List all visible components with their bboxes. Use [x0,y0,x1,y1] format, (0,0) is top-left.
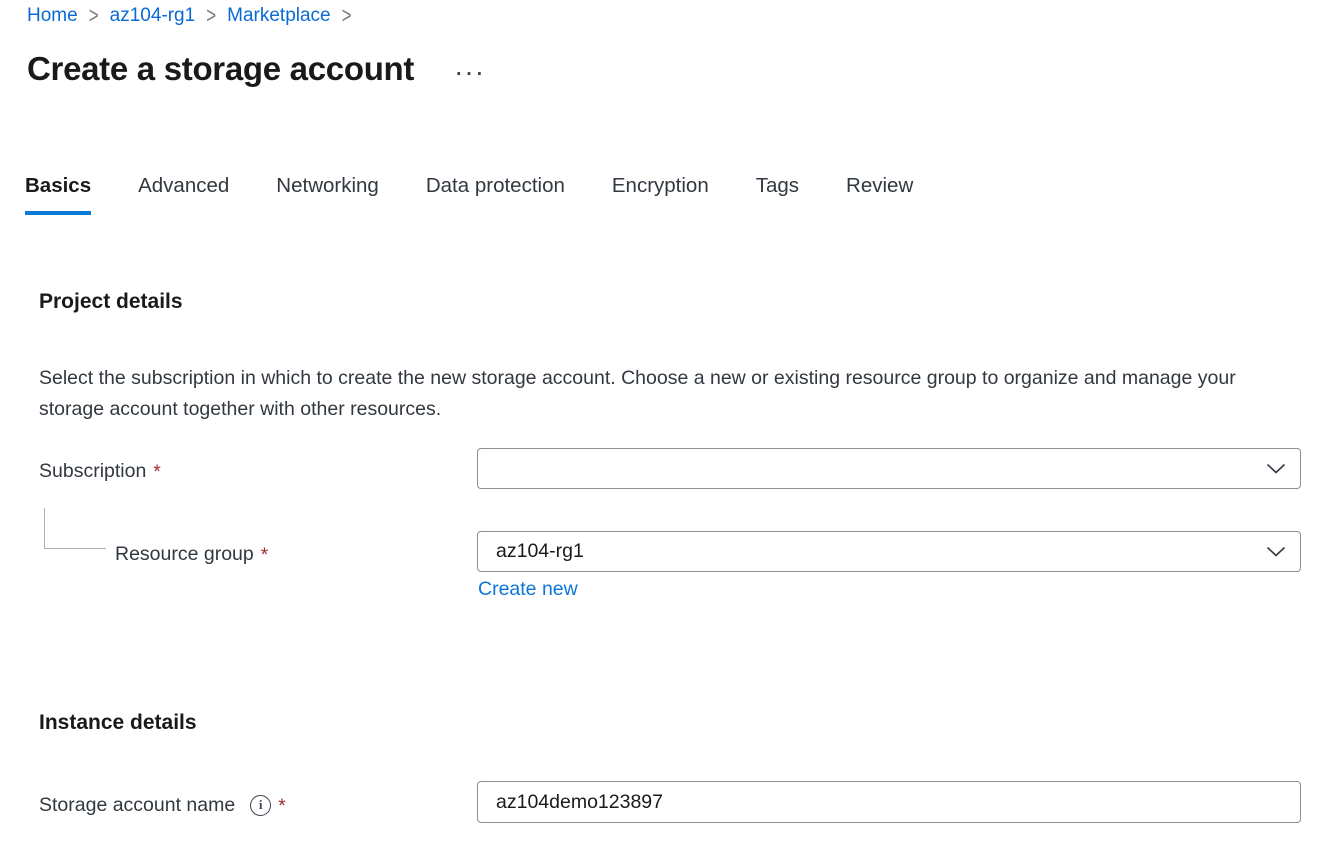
title-row: Create a storage account ··· [27,50,487,88]
chevron-down-icon [1266,546,1286,558]
page-title: Create a storage account [27,50,414,88]
resource-group-label: Resource group * [115,541,268,567]
breadcrumb-chevron-icon: > [89,3,99,30]
tab-data-protection[interactable]: Data protection [426,174,565,215]
subscription-dropdown[interactable] [477,448,1301,489]
storage-account-name-label: Storage account name i * [39,792,286,818]
breadcrumb-resource-group-link[interactable]: az104-rg1 [110,5,196,27]
required-asterisk: * [261,541,268,567]
required-asterisk: * [153,458,160,484]
resource-group-dropdown[interactable]: az104-rg1 [477,531,1301,572]
required-asterisk: * [278,792,285,818]
storage-account-name-input[interactable] [477,781,1301,823]
storage-account-name-label-text: Storage account name [39,794,235,817]
tab-networking[interactable]: Networking [276,174,379,215]
create-storage-account-page: Home > az104-rg1 > Marketplace > Create … [0,0,1326,843]
resource-group-value: az104-rg1 [496,540,1266,563]
breadcrumb-home-link[interactable]: Home [27,5,78,27]
child-field-connector-line [44,508,106,549]
tab-review[interactable]: Review [846,174,913,215]
project-details-heading: Project details [39,290,183,314]
instance-details-heading: Instance details [39,711,197,735]
subscription-label-text: Subscription [39,460,146,483]
subscription-label: Subscription * [39,458,161,484]
breadcrumb-chevron-icon: > [342,3,352,30]
create-new-resource-group-link[interactable]: Create new [478,578,578,601]
breadcrumb: Home > az104-rg1 > Marketplace > [27,5,363,27]
wizard-tabbar: Basics Advanced Networking Data protecti… [25,174,913,215]
chevron-down-icon [1266,463,1286,475]
project-details-description: Select the subscription in which to crea… [39,363,1293,425]
tab-tags[interactable]: Tags [756,174,799,215]
tab-advanced[interactable]: Advanced [138,174,229,215]
more-options-button[interactable]: ··· [456,65,487,84]
breadcrumb-marketplace-link[interactable]: Marketplace [227,5,331,27]
tab-basics[interactable]: Basics [25,174,91,215]
info-icon[interactable]: i [250,795,271,816]
breadcrumb-chevron-icon: > [206,3,216,30]
tab-encryption[interactable]: Encryption [612,174,709,215]
resource-group-label-text: Resource group [115,543,254,566]
